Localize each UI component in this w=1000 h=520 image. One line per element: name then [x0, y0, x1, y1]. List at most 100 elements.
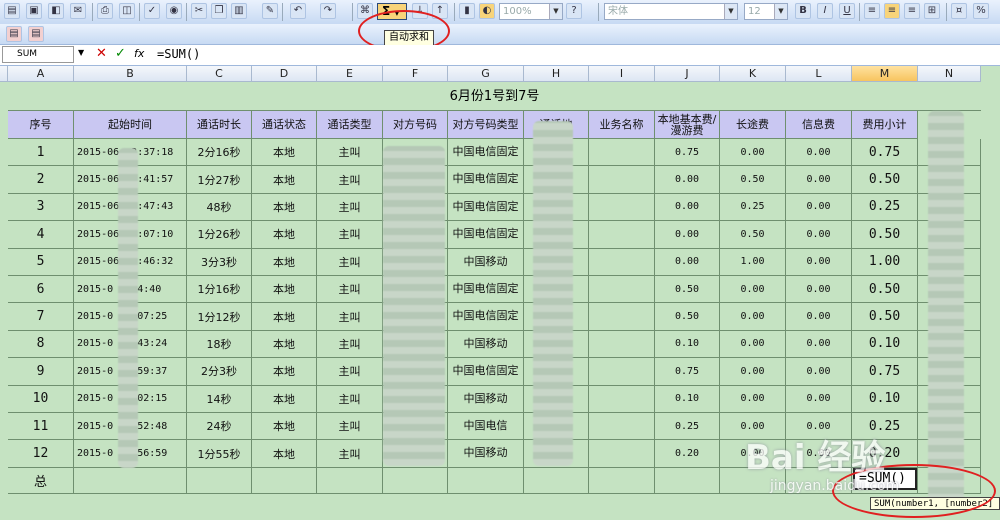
research-icon[interactable]: ◉ [166, 3, 182, 19]
number-type-cell[interactable]: 中国移动 [448, 248, 524, 276]
duration-cell[interactable]: 1分26秒 [187, 221, 252, 249]
percent-button[interactable]: % [973, 3, 989, 19]
header-cell[interactable]: 对方号码 [383, 111, 448, 139]
info-fee-cell[interactable]: 0.00 [786, 276, 852, 304]
number-type-cell[interactable]: 中国电信固定 [448, 276, 524, 304]
service-cell[interactable] [589, 440, 655, 468]
total-row-cell[interactable] [252, 467, 317, 494]
status-cell[interactable]: 本地 [252, 193, 317, 222]
column-header-i[interactable]: I [589, 66, 655, 82]
header-cell[interactable]: 长途费 [720, 111, 786, 139]
seq-cell[interactable]: 9 [8, 358, 74, 386]
formula-input[interactable]: =SUM() [157, 47, 200, 61]
base-fee-cell[interactable]: 0.10 [655, 330, 720, 359]
status-cell[interactable]: 本地 [252, 330, 317, 359]
italic-button[interactable]: I [817, 3, 833, 19]
duration-cell[interactable]: 1分16秒 [187, 276, 252, 304]
header-cell[interactable]: 对方号码类型 [448, 111, 524, 139]
currency-icon[interactable]: ¤ [951, 3, 967, 19]
base-fee-cell[interactable]: 0.00 [655, 221, 720, 249]
column-header-g[interactable]: G [448, 66, 524, 82]
call-type-cell[interactable]: 主叫 [317, 139, 383, 167]
number-type-cell[interactable]: 中国电信固定 [448, 358, 524, 386]
total-row-cell[interactable] [524, 467, 589, 494]
long-distance-fee-cell[interactable]: 0.00 [720, 276, 786, 304]
pdf-convert-icon[interactable]: ▤ [6, 26, 22, 42]
pdf-email-icon[interactable]: ▤ [28, 26, 44, 42]
insert-function-icon[interactable]: fx [134, 47, 144, 60]
enter-icon[interactable]: ✓ [115, 46, 126, 61]
service-cell[interactable] [589, 303, 655, 331]
column-header-l[interactable]: L [786, 66, 852, 82]
status-cell[interactable]: 本地 [252, 303, 317, 331]
permission-icon[interactable]: ◧ [48, 3, 64, 19]
column-header-h[interactable]: H [524, 66, 589, 82]
duration-cell[interactable]: 2分3秒 [187, 358, 252, 386]
call-type-cell[interactable]: 主叫 [317, 221, 383, 249]
spelling-icon[interactable]: ✓ [144, 3, 160, 19]
number-type-cell[interactable]: 中国电信固定 [448, 139, 524, 167]
call-type-cell[interactable]: 主叫 [317, 413, 383, 441]
header-cell[interactable]: 通话类型 [317, 111, 383, 139]
column-header-k[interactable]: K [720, 66, 786, 82]
column-header-d[interactable]: D [252, 66, 317, 82]
header-cell[interactable]: 通话状态 [252, 111, 317, 139]
subtotal-cell[interactable]: 0.25 [852, 193, 918, 222]
seq-cell[interactable]: 6 [8, 276, 74, 304]
header-cell[interactable]: 起始时间 [74, 111, 187, 139]
info-fee-cell[interactable]: 0.00 [786, 139, 852, 167]
cut-icon[interactable]: ✂ [191, 3, 207, 19]
column-header-j[interactable]: J [655, 66, 720, 82]
column-header-f[interactable]: F [383, 66, 448, 82]
base-fee-cell[interactable]: 0.25 [655, 413, 720, 441]
service-cell[interactable] [589, 330, 655, 359]
base-fee-cell[interactable]: 0.50 [655, 276, 720, 304]
seq-cell[interactable]: 11 [8, 413, 74, 441]
font-size-select[interactable]: 12 ▼ [744, 3, 788, 20]
seq-cell[interactable]: 7 [8, 303, 74, 331]
number-type-cell[interactable]: 中国电信固定 [448, 166, 524, 194]
subtotal-cell[interactable]: 0.50 [852, 303, 918, 331]
base-fee-cell[interactable]: 0.50 [655, 303, 720, 331]
total-row-cell[interactable] [655, 467, 720, 494]
info-fee-cell[interactable]: 0.00 [786, 166, 852, 194]
info-fee-cell[interactable]: 0.00 [786, 385, 852, 413]
subtotal-cell[interactable]: 0.50 [852, 221, 918, 249]
number-type-cell[interactable]: 中国移动 [448, 385, 524, 413]
base-fee-cell[interactable]: 0.00 [655, 248, 720, 276]
name-box[interactable]: SUM [2, 46, 74, 63]
service-cell[interactable] [589, 248, 655, 276]
print-preview-icon[interactable]: ◫ [119, 3, 135, 19]
call-type-cell[interactable]: 主叫 [317, 248, 383, 276]
hyperlink-icon[interactable]: ⌘ [357, 3, 373, 19]
undo-icon[interactable]: ↶ [290, 3, 306, 19]
status-cell[interactable]: 本地 [252, 413, 317, 441]
number-type-cell[interactable]: 中国移动 [448, 330, 524, 359]
autosum-button[interactable]: Σ ▼ [377, 3, 407, 20]
duration-cell[interactable]: 1分12秒 [187, 303, 252, 331]
total-row-cell[interactable] [317, 467, 383, 494]
call-type-cell[interactable]: 主叫 [317, 303, 383, 331]
underline-button[interactable]: U [839, 3, 855, 19]
duration-cell[interactable]: 3分3秒 [187, 248, 252, 276]
column-header-c[interactable]: C [187, 66, 252, 82]
column-header-e[interactable]: E [317, 66, 383, 82]
service-cell[interactable] [589, 221, 655, 249]
info-fee-cell[interactable]: 0.00 [786, 193, 852, 222]
status-cell[interactable]: 本地 [252, 166, 317, 194]
number-type-cell[interactable]: 中国电信固定 [448, 303, 524, 331]
save-icon[interactable]: ▣ [26, 3, 42, 19]
redo-icon[interactable]: ↷ [320, 3, 336, 19]
cancel-icon[interactable]: ✕ [96, 46, 107, 61]
service-cell[interactable] [589, 193, 655, 222]
total-row-cell[interactable] [448, 467, 524, 494]
column-header-m[interactable]: M [852, 66, 918, 82]
long-distance-fee-cell[interactable]: 0.00 [720, 358, 786, 386]
sort-descending-icon[interactable]: ↑ [432, 3, 448, 19]
duration-cell[interactable]: 48秒 [187, 193, 252, 222]
subtotal-cell[interactable]: 0.75 [852, 139, 918, 167]
duration-cell[interactable]: 1分27秒 [187, 166, 252, 194]
seq-cell[interactable]: 8 [8, 330, 74, 359]
subtotal-cell[interactable]: 0.75 [852, 358, 918, 386]
long-distance-fee-cell[interactable]: 0.00 [720, 385, 786, 413]
